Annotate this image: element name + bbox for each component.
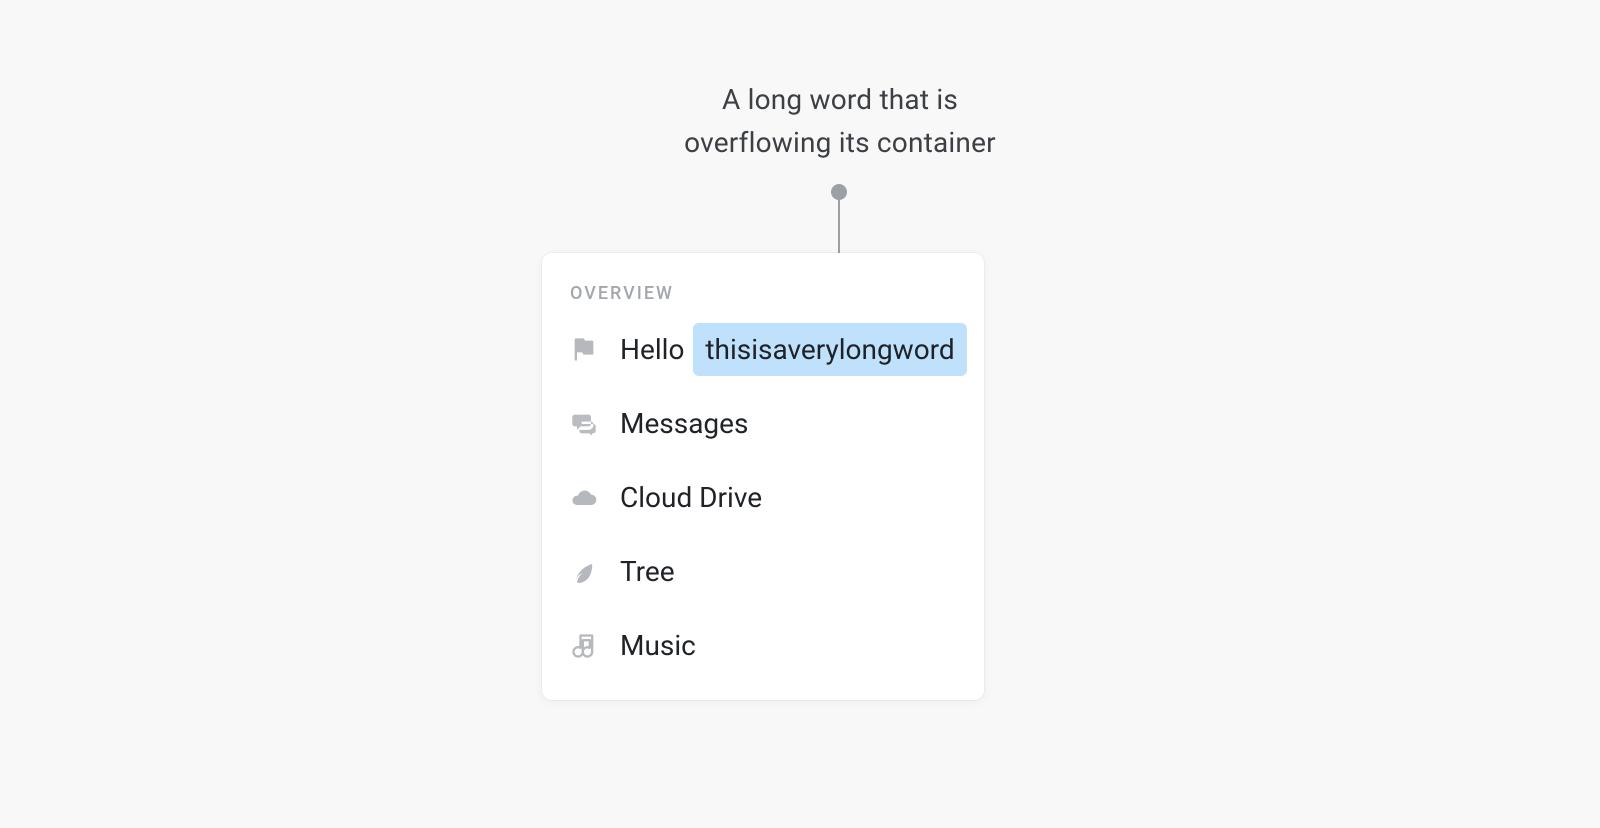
nav-item-music[interactable]: Music (570, 618, 956, 674)
overview-panel: OVERVIEW Hello thisisaverylongword Messa… (542, 253, 984, 700)
section-label: OVERVIEW (570, 283, 956, 304)
nav-item-label: Tree (620, 558, 675, 586)
music-icon (570, 632, 598, 660)
overflowing-word-highlight: thisisaverylongword (693, 323, 966, 376)
nav-item-messages[interactable]: Messages (570, 396, 956, 452)
flag-icon (570, 336, 598, 364)
nav-item-label: Music (620, 632, 696, 660)
nav-item-label: Cloud Drive (620, 484, 762, 512)
nav-item-label: Messages (620, 410, 748, 438)
messages-icon (570, 410, 598, 438)
leaf-icon (570, 558, 598, 586)
annotation-line-2: overflowing its container (684, 126, 996, 159)
nav-item-label: Hello thisisaverylongword (620, 336, 967, 364)
nav-item-tree[interactable]: Tree (570, 544, 956, 600)
nav-item-hello[interactable]: Hello thisisaverylongword (570, 322, 956, 378)
annotation-text: A long word that is overflowing its cont… (640, 78, 1040, 165)
cloud-icon (570, 484, 598, 512)
nav-item-cloud-drive[interactable]: Cloud Drive (570, 470, 956, 526)
nav-item-label-prefix: Hello (620, 333, 691, 366)
annotation-line-1: A long word that is (722, 83, 958, 116)
